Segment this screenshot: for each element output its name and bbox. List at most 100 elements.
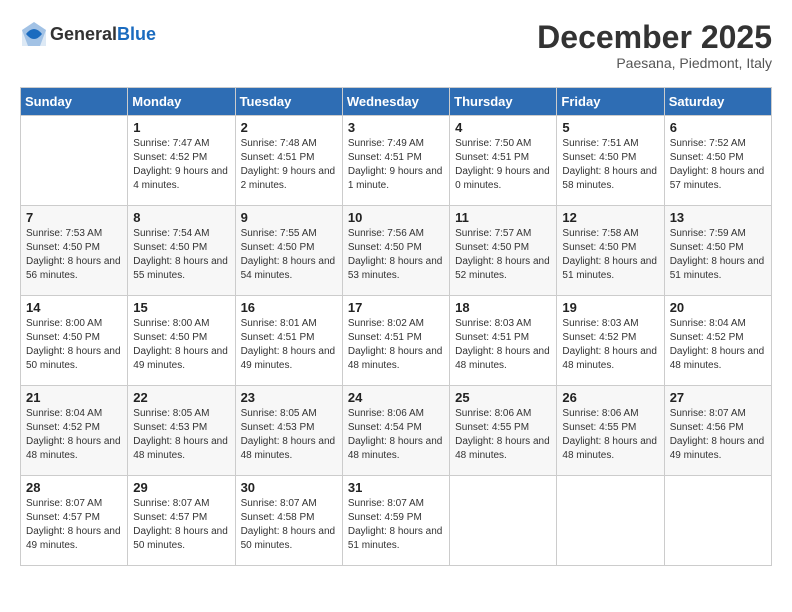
title-area: December 2025 Paesana, Piedmont, Italy (537, 20, 772, 71)
day-number: 16 (241, 300, 337, 315)
day-info: Sunrise: 7:54 AMSunset: 4:50 PMDaylight:… (133, 227, 229, 283)
day-info: Sunrise: 8:07 AMSunset: 4:57 PMDaylight:… (26, 497, 122, 553)
column-header-saturday: Saturday (664, 88, 771, 116)
day-number: 21 (26, 390, 122, 405)
day-number: 18 (455, 300, 551, 315)
calendar-cell: 27 Sunrise: 8:07 AMSunset: 4:56 PMDayligh… (664, 386, 771, 476)
calendar-cell: 21 Sunrise: 8:04 AMSunset: 4:52 PMDayligh… (21, 386, 128, 476)
calendar-week-row: 7 Sunrise: 7:53 AMSunset: 4:50 PMDaylight… (21, 206, 772, 296)
day-info: Sunrise: 8:06 AMSunset: 4:55 PMDaylight:… (562, 407, 658, 463)
calendar-cell: 17 Sunrise: 8:02 AMSunset: 4:51 PMDayligh… (342, 296, 449, 386)
calendar-cell (557, 476, 664, 566)
calendar-cell: 15 Sunrise: 8:00 AMSunset: 4:50 PMDayligh… (128, 296, 235, 386)
calendar-table: SundayMondayTuesdayWednesdayThursdayFrid… (20, 87, 772, 566)
day-number: 9 (241, 210, 337, 225)
column-header-sunday: Sunday (21, 88, 128, 116)
day-number: 3 (348, 120, 444, 135)
day-number: 30 (241, 480, 337, 495)
calendar-cell: 10 Sunrise: 7:56 AMSunset: 4:50 PMDayligh… (342, 206, 449, 296)
calendar-cell: 25 Sunrise: 8:06 AMSunset: 4:55 PMDayligh… (450, 386, 557, 476)
day-number: 8 (133, 210, 229, 225)
day-info: Sunrise: 7:52 AMSunset: 4:50 PMDaylight:… (670, 137, 766, 193)
day-number: 11 (455, 210, 551, 225)
day-info: Sunrise: 8:07 AMSunset: 4:56 PMDaylight:… (670, 407, 766, 463)
day-info: Sunrise: 8:07 AMSunset: 4:59 PMDaylight:… (348, 497, 444, 553)
day-number: 19 (562, 300, 658, 315)
calendar-cell: 8 Sunrise: 7:54 AMSunset: 4:50 PMDaylight… (128, 206, 235, 296)
day-info: Sunrise: 7:51 AMSunset: 4:50 PMDaylight:… (562, 137, 658, 193)
day-info: Sunrise: 7:56 AMSunset: 4:50 PMDaylight:… (348, 227, 444, 283)
column-header-tuesday: Tuesday (235, 88, 342, 116)
day-number: 17 (348, 300, 444, 315)
calendar-cell (21, 116, 128, 206)
logo-general: General (50, 24, 117, 44)
day-number: 24 (348, 390, 444, 405)
day-number: 7 (26, 210, 122, 225)
day-number: 12 (562, 210, 658, 225)
day-number: 14 (26, 300, 122, 315)
day-info: Sunrise: 8:02 AMSunset: 4:51 PMDaylight:… (348, 317, 444, 373)
day-number: 25 (455, 390, 551, 405)
day-number: 26 (562, 390, 658, 405)
day-info: Sunrise: 7:48 AMSunset: 4:51 PMDaylight:… (241, 137, 337, 193)
calendar-cell: 28 Sunrise: 8:07 AMSunset: 4:57 PMDayligh… (21, 476, 128, 566)
calendar-cell: 23 Sunrise: 8:05 AMSunset: 4:53 PMDayligh… (235, 386, 342, 476)
day-number: 29 (133, 480, 229, 495)
day-info: Sunrise: 8:04 AMSunset: 4:52 PMDaylight:… (26, 407, 122, 463)
day-info: Sunrise: 8:03 AMSunset: 4:51 PMDaylight:… (455, 317, 551, 373)
calendar-cell: 12Sunrise: 7:58 AMSunset: 4:50 PMDayligh… (557, 206, 664, 296)
calendar-cell: 24 Sunrise: 8:06 AMSunset: 4:54 PMDayligh… (342, 386, 449, 476)
calendar-cell: 18 Sunrise: 8:03 AMSunset: 4:51 PMDayligh… (450, 296, 557, 386)
calendar-cell: 19 Sunrise: 8:03 AMSunset: 4:52 PMDayligh… (557, 296, 664, 386)
calendar-cell: 13 Sunrise: 7:59 AMSunset: 4:50 PMDayligh… (664, 206, 771, 296)
day-number: 20 (670, 300, 766, 315)
day-number: 23 (241, 390, 337, 405)
column-header-friday: Friday (557, 88, 664, 116)
logo: GeneralBlue (20, 20, 156, 48)
calendar-cell: 9Sunrise: 7:55 AMSunset: 4:50 PMDaylight… (235, 206, 342, 296)
calendar-cell: 11 Sunrise: 7:57 AMSunset: 4:50 PMDayligh… (450, 206, 557, 296)
logo-icon (20, 20, 48, 48)
calendar-cell: 29 Sunrise: 8:07 AMSunset: 4:57 PMDayligh… (128, 476, 235, 566)
day-info: Sunrise: 8:05 AMSunset: 4:53 PMDaylight:… (241, 407, 337, 463)
day-info: Sunrise: 8:04 AMSunset: 4:52 PMDaylight:… (670, 317, 766, 373)
day-number: 13 (670, 210, 766, 225)
day-info: Sunrise: 7:49 AMSunset: 4:51 PMDaylight:… (348, 137, 444, 193)
calendar-cell: 31 Sunrise: 8:07 AMSunset: 4:59 PMDayligh… (342, 476, 449, 566)
column-header-monday: Monday (128, 88, 235, 116)
calendar-week-row: 1 Sunrise: 7:47 AMSunset: 4:52 PMDaylight… (21, 116, 772, 206)
day-info: Sunrise: 7:50 AMSunset: 4:51 PMDaylight:… (455, 137, 551, 193)
day-info: Sunrise: 8:07 AMSunset: 4:58 PMDaylight:… (241, 497, 337, 553)
calendar-week-row: 14 Sunrise: 8:00 AMSunset: 4:50 PMDayligh… (21, 296, 772, 386)
day-number: 22 (133, 390, 229, 405)
column-header-wednesday: Wednesday (342, 88, 449, 116)
day-info: Sunrise: 7:53 AMSunset: 4:50 PMDaylight:… (26, 227, 122, 283)
day-info: Sunrise: 8:06 AMSunset: 4:54 PMDaylight:… (348, 407, 444, 463)
calendar-cell: 14 Sunrise: 8:00 AMSunset: 4:50 PMDayligh… (21, 296, 128, 386)
day-info: Sunrise: 7:59 AMSunset: 4:50 PMDaylight:… (670, 227, 766, 283)
day-number: 1 (133, 120, 229, 135)
calendar-cell: 1 Sunrise: 7:47 AMSunset: 4:52 PMDaylight… (128, 116, 235, 206)
calendar-cell: 20 Sunrise: 8:04 AMSunset: 4:52 PMDayligh… (664, 296, 771, 386)
day-number: 31 (348, 480, 444, 495)
calendar-cell: 16Sunrise: 8:01 AMSunset: 4:51 PMDayligh… (235, 296, 342, 386)
day-info: Sunrise: 8:06 AMSunset: 4:55 PMDaylight:… (455, 407, 551, 463)
calendar-cell (450, 476, 557, 566)
day-number: 15 (133, 300, 229, 315)
day-number: 27 (670, 390, 766, 405)
calendar-cell: 22Sunrise: 8:05 AMSunset: 4:53 PMDayligh… (128, 386, 235, 476)
day-number: 28 (26, 480, 122, 495)
calendar-header-row: SundayMondayTuesdayWednesdayThursdayFrid… (21, 88, 772, 116)
calendar-cell (664, 476, 771, 566)
day-info: Sunrise: 7:47 AMSunset: 4:52 PMDaylight:… (133, 137, 229, 193)
day-info: Sunrise: 8:07 AMSunset: 4:57 PMDaylight:… (133, 497, 229, 553)
day-info: Sunrise: 8:00 AMSunset: 4:50 PMDaylight:… (133, 317, 229, 373)
day-number: 10 (348, 210, 444, 225)
day-number: 6 (670, 120, 766, 135)
calendar-cell: 2Sunrise: 7:48 AMSunset: 4:51 PMDaylight… (235, 116, 342, 206)
calendar-cell: 6 Sunrise: 7:52 AMSunset: 4:50 PMDaylight… (664, 116, 771, 206)
day-info: Sunrise: 8:00 AMSunset: 4:50 PMDaylight:… (26, 317, 122, 373)
day-info: Sunrise: 8:03 AMSunset: 4:52 PMDaylight:… (562, 317, 658, 373)
logo-blue: Blue (117, 24, 156, 44)
day-info: Sunrise: 7:57 AMSunset: 4:50 PMDaylight:… (455, 227, 551, 283)
